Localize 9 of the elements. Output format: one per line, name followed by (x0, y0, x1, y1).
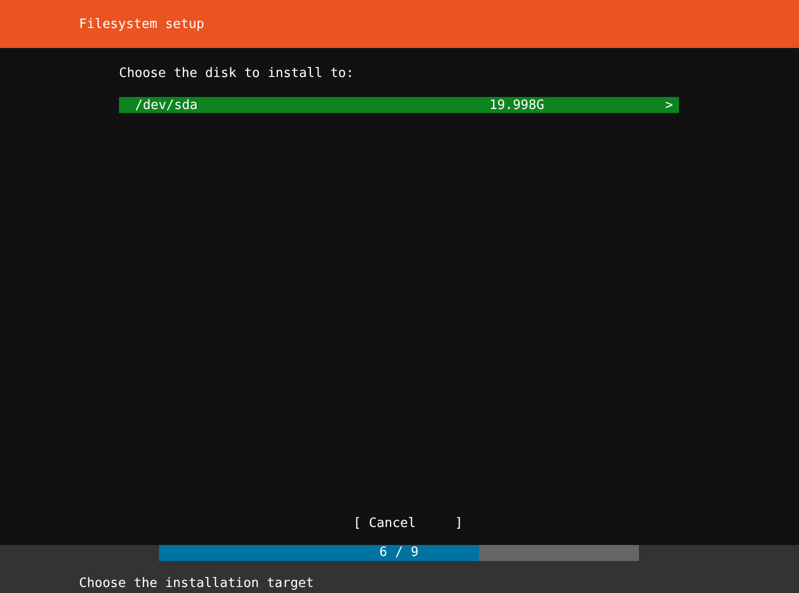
window-title: Filesystem setup (79, 16, 204, 32)
progress-label: 6 / 9 (378, 545, 420, 561)
disk-size: 19.998G (489, 98, 544, 112)
disk-row[interactable]: /dev/sda 19.998G > (119, 97, 679, 113)
chevron-arrow: > (665, 98, 673, 112)
disk-name: /dev/sda (135, 98, 199, 112)
disk-prompt: Choose the disk to install to: (119, 66, 354, 82)
cancel-button[interactable]: [ Cancel ] (353, 516, 463, 531)
status-text: Choose the installation target (79, 576, 314, 591)
